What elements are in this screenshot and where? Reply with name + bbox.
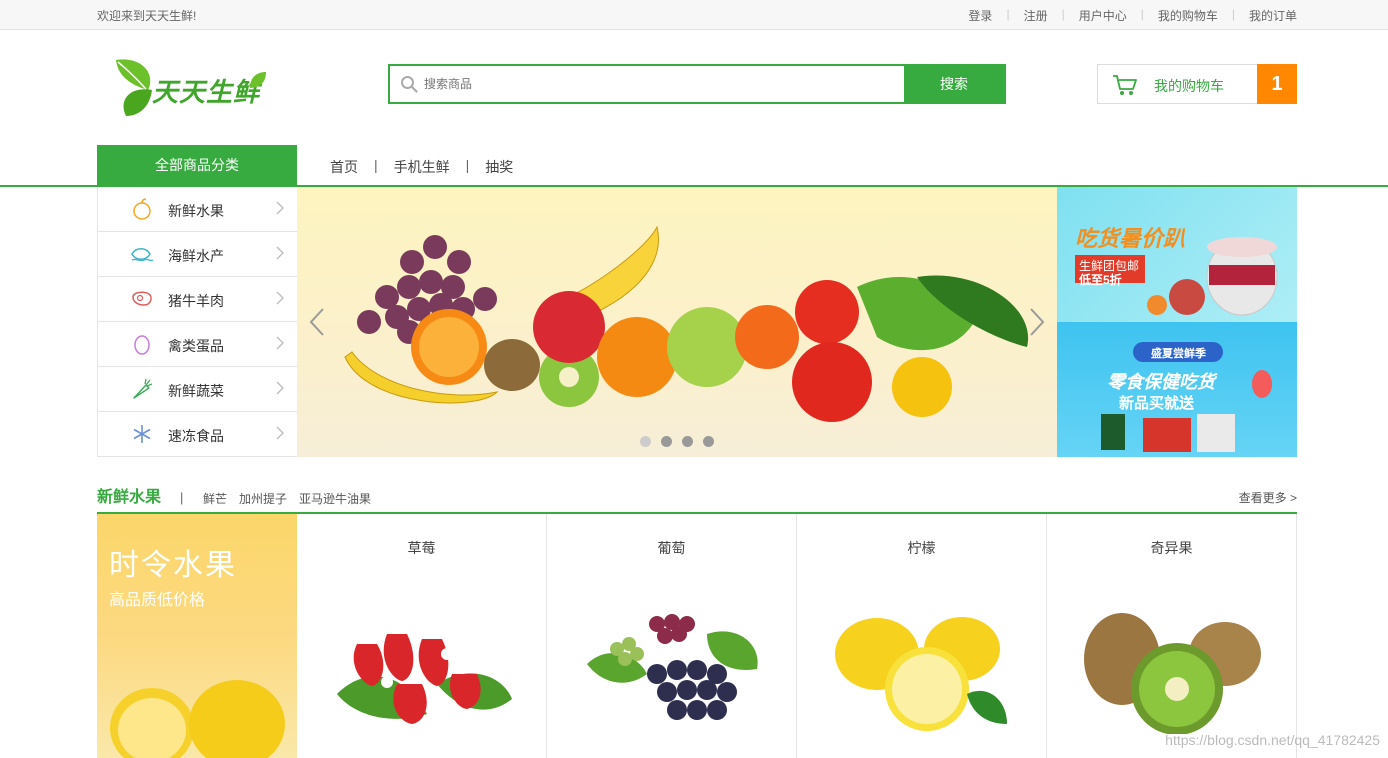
category-item-meat[interactable]: 猪牛羊肉 [98,277,297,322]
top-links: 登录 | 注册 | 用户中心 | 我的购物车 | 我的订单 [968,7,1297,24]
user-center-link[interactable]: 用户中心 [1079,7,1127,24]
quick-link-grapes[interactable]: 加州提子 [239,490,287,507]
search-input[interactable] [390,66,906,102]
chevron-right-icon [276,291,284,305]
separator: | [465,157,470,173]
ad-image [1075,237,1278,316]
category-sidebar: 新鲜水果 海鲜水产 猪牛羊肉 禽类蛋品 新鲜蔬菜 速冻食品 [97,187,297,457]
product-card-strawberry[interactable]: 草莓 [297,514,547,758]
separator: | [374,157,378,173]
product-card-lemon[interactable]: 柠檬 [797,514,1047,758]
view-more-link[interactable]: 查看更多 > [1239,489,1297,506]
cart-label: 我的购物车 [1154,78,1224,94]
section-quick-links: 鲜芒 加州提子 亚马逊牛油果 [203,490,371,507]
kiwi-image [1084,613,1261,734]
chevron-right-icon [276,336,284,350]
ad-tagline: 新品买就送 [1119,395,1195,412]
search-bar: 搜索 [388,64,1006,104]
category-item-seafood[interactable]: 海鲜水产 [98,232,297,277]
cart-button[interactable]: 我的购物车 1 [1097,64,1297,104]
category-label: 新鲜水果 [168,203,224,219]
my-orders-link[interactable]: 我的订单 [1249,7,1297,24]
hero-carousel[interactable] [297,187,1057,457]
category-item-frozen[interactable]: 速冻食品 [98,412,297,457]
category-item-vegetables[interactable]: 新鲜蔬菜 [98,367,297,412]
cart-icon [1113,75,1137,95]
carousel-prev-icon[interactable] [307,307,327,337]
carousel-next-icon[interactable] [1027,307,1047,337]
cart-count-badge: 1 [1257,64,1297,104]
carousel-dot[interactable] [703,436,714,447]
strawberry-image [337,634,512,724]
product-name: 葡萄 [657,540,686,556]
register-link[interactable]: 注册 [1024,7,1048,24]
separator: | [1231,7,1235,21]
top-bar: 欢迎来到天天生鲜! 登录 | 注册 | 用户中心 | 我的购物车 | 我的订单 [0,0,1388,30]
watermark: https://blog.csdn.net/qq_41782425 [1165,732,1380,748]
my-cart-link[interactable]: 我的购物车 [1158,7,1218,24]
lemon-image [835,617,1007,731]
quick-link-avocado[interactable]: 亚马逊牛油果 [299,490,371,507]
site-logo[interactable]: 天天生鲜 [112,56,272,120]
category-label: 猪牛羊肉 [168,293,224,309]
category-label: 海鲜水产 [168,248,224,264]
quick-link-mango[interactable]: 鲜芒 [203,490,227,507]
category-label: 速冻食品 [168,428,224,444]
chevron-right-icon [276,201,284,215]
section-title: 新鲜水果 [97,489,162,506]
ad-banner-snacks[interactable]: 盛夏尝鲜季 零食保健吃货 新品买就送 [1057,322,1297,457]
promo-title: 时令水果 [109,549,237,582]
product-card-kiwi[interactable]: 奇异果 [1047,514,1297,758]
product-card-grape[interactable]: 葡萄 [547,514,797,758]
search-button[interactable]: 搜索 [904,66,1004,102]
nav-lottery[interactable]: 抽奖 [485,157,513,177]
nav-mobile-fresh[interactable]: 手机生鲜 [394,157,450,177]
nav-home[interactable]: 首页 [330,157,358,177]
carousel-dots [640,436,714,447]
promo-subtitle: 高品质低价格 [109,592,206,609]
separator: | [1061,7,1065,21]
separator: | [1140,7,1144,21]
chevron-right-icon [276,381,284,395]
category-item-fruit[interactable]: 新鲜水果 [98,187,297,232]
product-name: 柠檬 [907,540,936,556]
carousel-dot[interactable] [640,436,651,447]
leaf-icon [250,72,266,88]
separator: | [1006,7,1010,21]
chevron-right-icon [276,426,284,440]
welcome-text: 欢迎来到天天生鲜! [97,9,197,23]
carrot-icon [133,378,153,399]
meat-icon [132,291,152,306]
all-categories-button[interactable]: 全部商品分类 [97,145,297,186]
snowflake-icon [133,425,151,443]
lemon-image [110,680,285,758]
ad-banner-summer-deals[interactable]: 吃货暑价趴 生鲜团包邮 低至5折 [1057,187,1297,322]
fish-icon [131,248,154,262]
carousel-dot[interactable] [682,436,693,447]
carousel-dot[interactable] [661,436,672,447]
category-label: 新鲜蔬菜 [168,383,224,399]
logo-text: 天天生鲜 [152,77,261,107]
chevron-right-icon [276,246,284,260]
category-item-eggs[interactable]: 禽类蛋品 [98,322,297,367]
egg-icon [134,335,150,355]
ad-discount: 低至5折 [1079,273,1122,287]
category-label: 禽类蛋品 [168,338,224,354]
product-name: 草莓 [407,540,436,556]
ad-title: 吃货暑价趴 [1075,226,1186,251]
ad-title: 盛夏尝鲜季 [1151,348,1206,360]
login-link[interactable]: 登录 [968,7,992,24]
fruit-banner-image [344,225,1029,422]
main-nav: 首页 | 手机生鲜 | 抽奖 [330,157,513,177]
product-name: 奇异果 [1150,540,1193,556]
grape-image [587,614,758,720]
apple-icon [133,198,151,220]
seasonal-fruit-promo[interactable]: 时令水果 高品质低价格 [97,514,297,758]
separator: | [180,490,184,505]
search-icon [401,76,418,93]
ad-subtitle: 零食保健吃货 [1107,372,1215,392]
